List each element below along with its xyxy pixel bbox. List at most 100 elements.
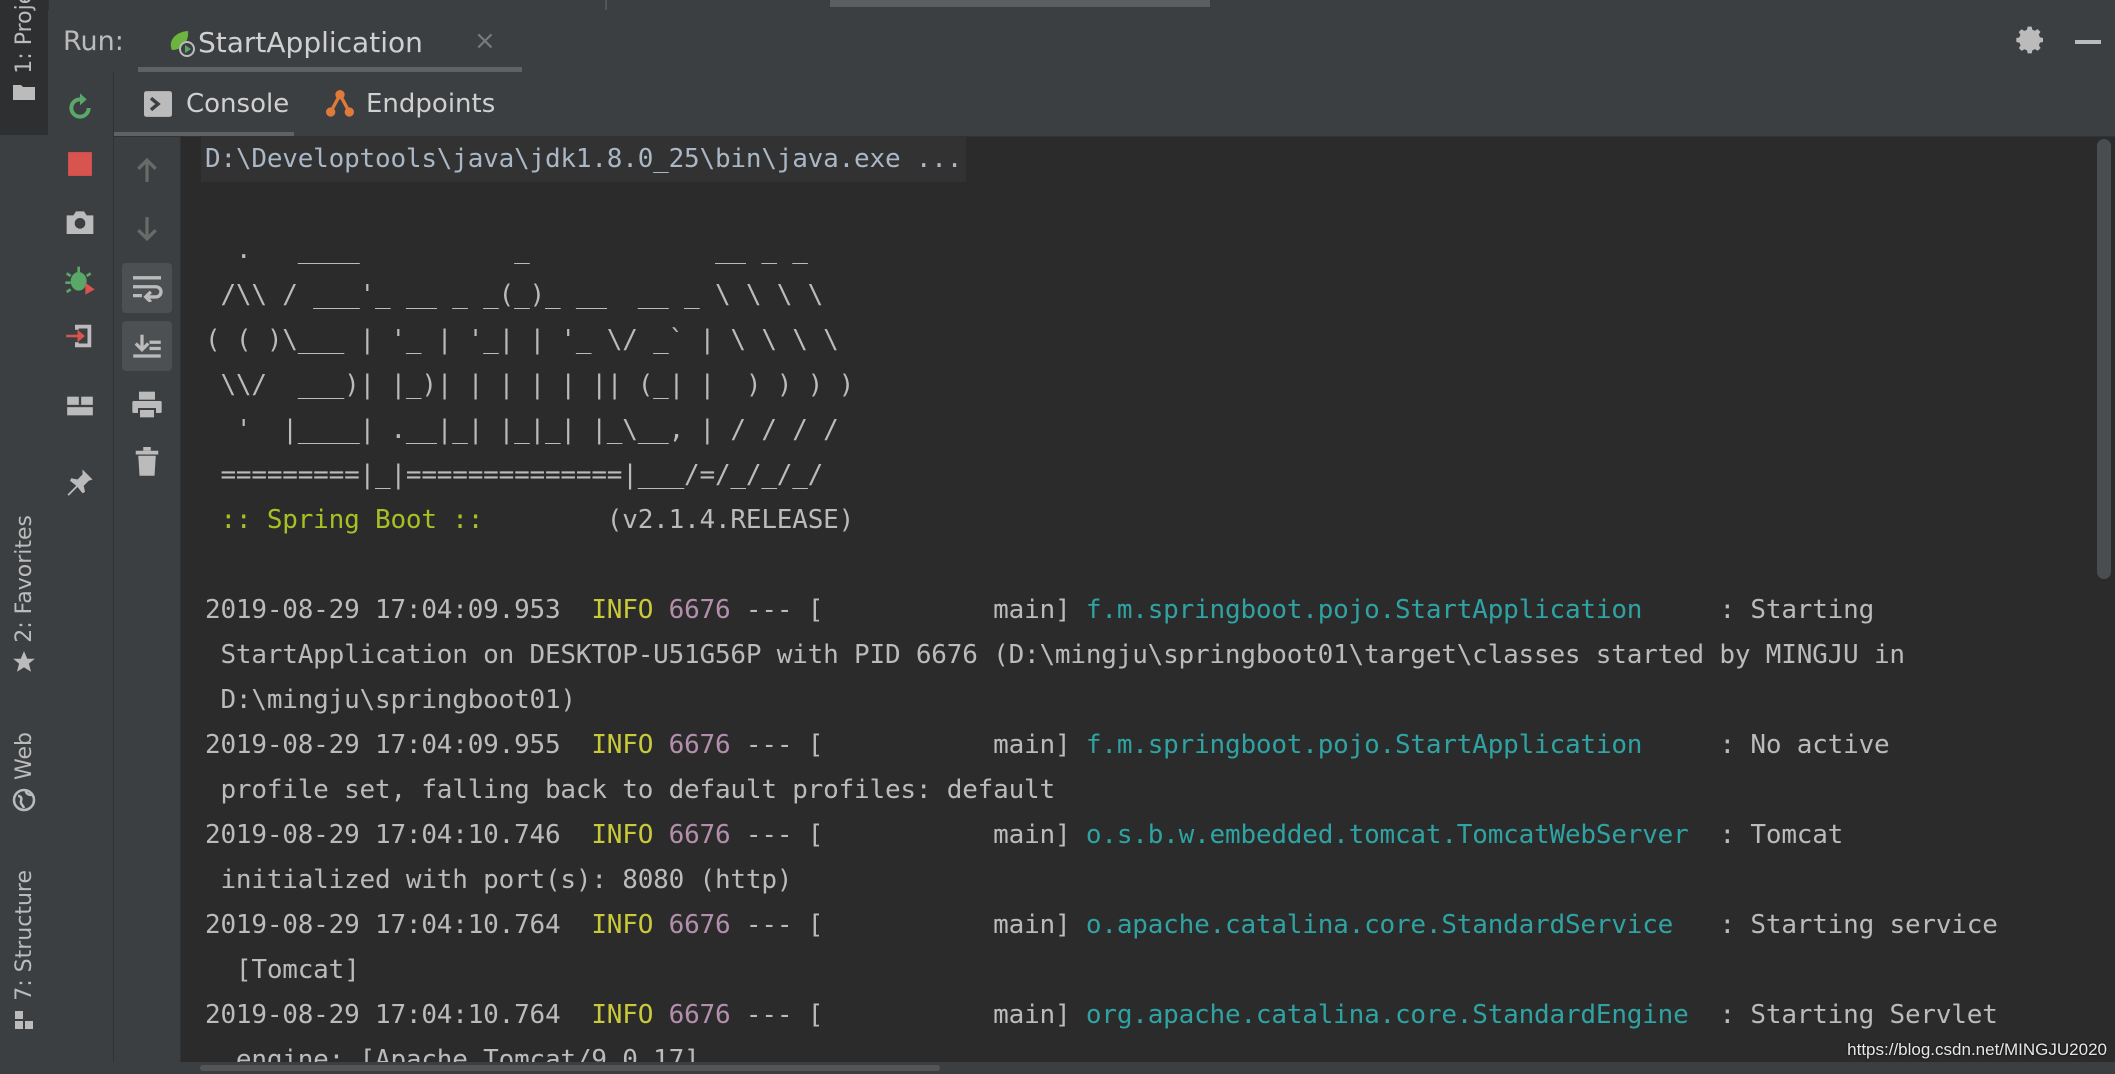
tab-endpoints[interactable]: Endpoints: [324, 72, 495, 136]
log-level: INFO: [591, 595, 654, 625]
log-continuation: profile set, falling back to default pro…: [205, 775, 1055, 805]
console-vertical-scrollbar[interactable]: [2091, 137, 2115, 1074]
soft-wrap-icon: [133, 276, 163, 302]
side-tab-web[interactable]: Web: [0, 732, 48, 812]
banner-line: . ____ _ __ _ _: [205, 235, 808, 265]
top-divider: [605, 0, 607, 10]
exit-button[interactable]: [62, 318, 98, 354]
side-tab-project[interactable]: 1: Project: [0, 0, 48, 135]
top-scroll-thumb[interactable]: [830, 0, 1210, 7]
debug-button[interactable]: [62, 262, 98, 298]
run-panel-header: Run: StartApplication ×: [48, 10, 2115, 73]
globe-icon: [12, 788, 36, 812]
structure-icon: [15, 1010, 33, 1029]
log-thread: --- [ main]: [730, 1000, 1086, 1030]
banner-line: \\/ ___)| |_)| | | | | || (_| | ) ) ) ): [205, 370, 855, 400]
camera-icon: [66, 211, 94, 234]
gear-icon[interactable]: [2015, 24, 2047, 56]
watermark: https://blog.csdn.net/MINGJU2020: [1847, 1040, 2107, 1059]
dump-threads-button[interactable]: [62, 204, 98, 240]
stop-button[interactable]: [62, 146, 98, 182]
log-timestamp: 2019-08-29 17:04:10.764: [205, 1000, 592, 1030]
log-pid: 6676: [668, 595, 731, 625]
side-tool-strip: 1: Project 2: Favorites Web 7: Structure: [0, 0, 49, 1074]
log-message: : Starting Servlet: [1688, 1000, 1998, 1030]
side-tab-project-label: 1: Project: [11, 0, 37, 74]
log-level: INFO: [591, 910, 654, 940]
console-toolbar: [114, 137, 181, 1074]
clear-all-button[interactable]: [122, 437, 172, 487]
tab-endpoints-label: Endpoints: [366, 89, 496, 119]
tab-console[interactable]: Console: [114, 72, 294, 136]
console-command-line[interactable]: D:\Developtools\java\jdk1.8.0_25\bin\jav…: [201, 137, 967, 182]
tab-console-label: Console: [186, 89, 290, 119]
log-logger-link[interactable]: f.m.springboot.pojo.StartApplication: [1086, 730, 1643, 760]
spring-boot-version-line: :: Spring Boot :: (v2.1.4.RELEASE): [205, 498, 854, 543]
log-continuation: StartApplication on DESKTOP-U51G56P with…: [205, 640, 1905, 670]
log-timestamp: 2019-08-29 17:04:10.764: [205, 910, 592, 940]
run-tab-label: StartApplication: [198, 26, 423, 59]
bug-icon: [65, 266, 95, 295]
banner-line: /\\ / ___'_ __ _ _(_)_ __ __ _ \ \ \ \: [205, 280, 824, 310]
side-tab-web-label: Web: [11, 732, 37, 780]
scrollbar-thumb[interactable]: [2097, 139, 2111, 579]
log-line: 2019-08-29 17:04:10.764 INFO 6676 --- [ …: [205, 903, 1998, 948]
close-icon[interactable]: ×: [474, 26, 496, 56]
pin-icon: [67, 469, 93, 496]
stop-icon: [68, 152, 92, 176]
log-line: 2019-08-29 17:04:10.746 INFO 6676 --- [ …: [205, 813, 1843, 858]
log-logger-link[interactable]: o.s.b.w.embedded.tomcat.TomcatWebServer: [1086, 820, 1689, 850]
log-message: : Starting service: [1673, 910, 1998, 940]
log-logger-link[interactable]: o.apache.catalina.core.StandardService: [1086, 910, 1673, 940]
horizontal-scrollbar[interactable]: [0, 1062, 2115, 1074]
print-button[interactable]: [122, 380, 172, 430]
run-label: Run:: [63, 26, 124, 57]
log-pid: 6676: [668, 820, 731, 850]
log-pid: 6676: [668, 910, 731, 940]
arrow-up-icon: [137, 157, 157, 182]
spring-boot-version: (v2.1.4.RELEASE): [498, 505, 855, 535]
banner-line: ' |____| .__|_| |_|_| |_\__, | / / / /: [205, 415, 839, 445]
layout-icon: [67, 396, 93, 416]
log-continuation: initialized with port(s): 8080 (http): [205, 865, 793, 895]
run-tab-startapplication[interactable]: StartApplication ×: [138, 10, 522, 72]
spring-boot-run-icon: [170, 31, 195, 57]
log-continuation: [Tomcat]: [205, 955, 360, 985]
side-tab-favorites[interactable]: 2: Favorites: [0, 515, 48, 675]
spring-boot-label: :: Spring Boot ::: [205, 505, 499, 535]
log-level: INFO: [591, 730, 654, 760]
log-line: 2019-08-29 17:04:10.764 INFO 6676 --- [ …: [205, 993, 1998, 1038]
log-logger-link[interactable]: org.apache.catalina.core.StandardEngine: [1086, 1000, 1689, 1030]
log-pid: 6676: [668, 730, 731, 760]
rerun-button[interactable]: [62, 90, 98, 126]
log-timestamp: 2019-08-29 17:04:09.955: [205, 730, 592, 760]
pin-tab-button[interactable]: [62, 464, 98, 500]
horizontal-scrollbar-thumb[interactable]: [200, 1065, 940, 1071]
side-tab-structure[interactable]: 7: Structure: [0, 870, 48, 1031]
side-tab-structure-label: 7: Structure: [11, 870, 37, 1001]
scroll-down-button[interactable]: [122, 203, 172, 253]
restore-layout-button[interactable]: [62, 388, 98, 424]
soft-wrap-button[interactable]: [122, 263, 172, 313]
scroll-to-end-button[interactable]: [122, 321, 172, 371]
run-toolbar: [48, 72, 114, 1074]
rerun-icon: [69, 93, 91, 119]
log-thread: --- [ main]: [730, 730, 1086, 760]
log-logger-link[interactable]: f.m.springboot.pojo.StartApplication: [1086, 595, 1643, 625]
side-tab-favorites-label: 2: Favorites: [11, 515, 37, 643]
printer-icon: [132, 391, 162, 420]
star-icon: [13, 650, 35, 672]
console-output[interactable]: D:\Developtools\java\jdk1.8.0_25\bin\jav…: [181, 137, 2091, 1074]
log-line: 2019-08-29 17:04:09.953 INFO 6676 --- [ …: [205, 588, 1874, 633]
endpoints-icon: [326, 90, 354, 117]
console-icon: [144, 91, 172, 117]
banner-line: =========|_|==============|___/=/_/_/_/: [205, 460, 824, 490]
log-line: 2019-08-29 17:04:09.955 INFO 6676 --- [ …: [205, 723, 1890, 768]
log-message: : Starting: [1642, 595, 1875, 625]
scroll-up-button[interactable]: [122, 146, 172, 196]
run-subtabs: Console Endpoints: [114, 72, 2115, 137]
log-message: : No active: [1642, 730, 1890, 760]
top-strip: [0, 0, 2115, 10]
minimize-icon[interactable]: [2075, 40, 2101, 44]
scroll-to-end-icon: [133, 334, 161, 358]
